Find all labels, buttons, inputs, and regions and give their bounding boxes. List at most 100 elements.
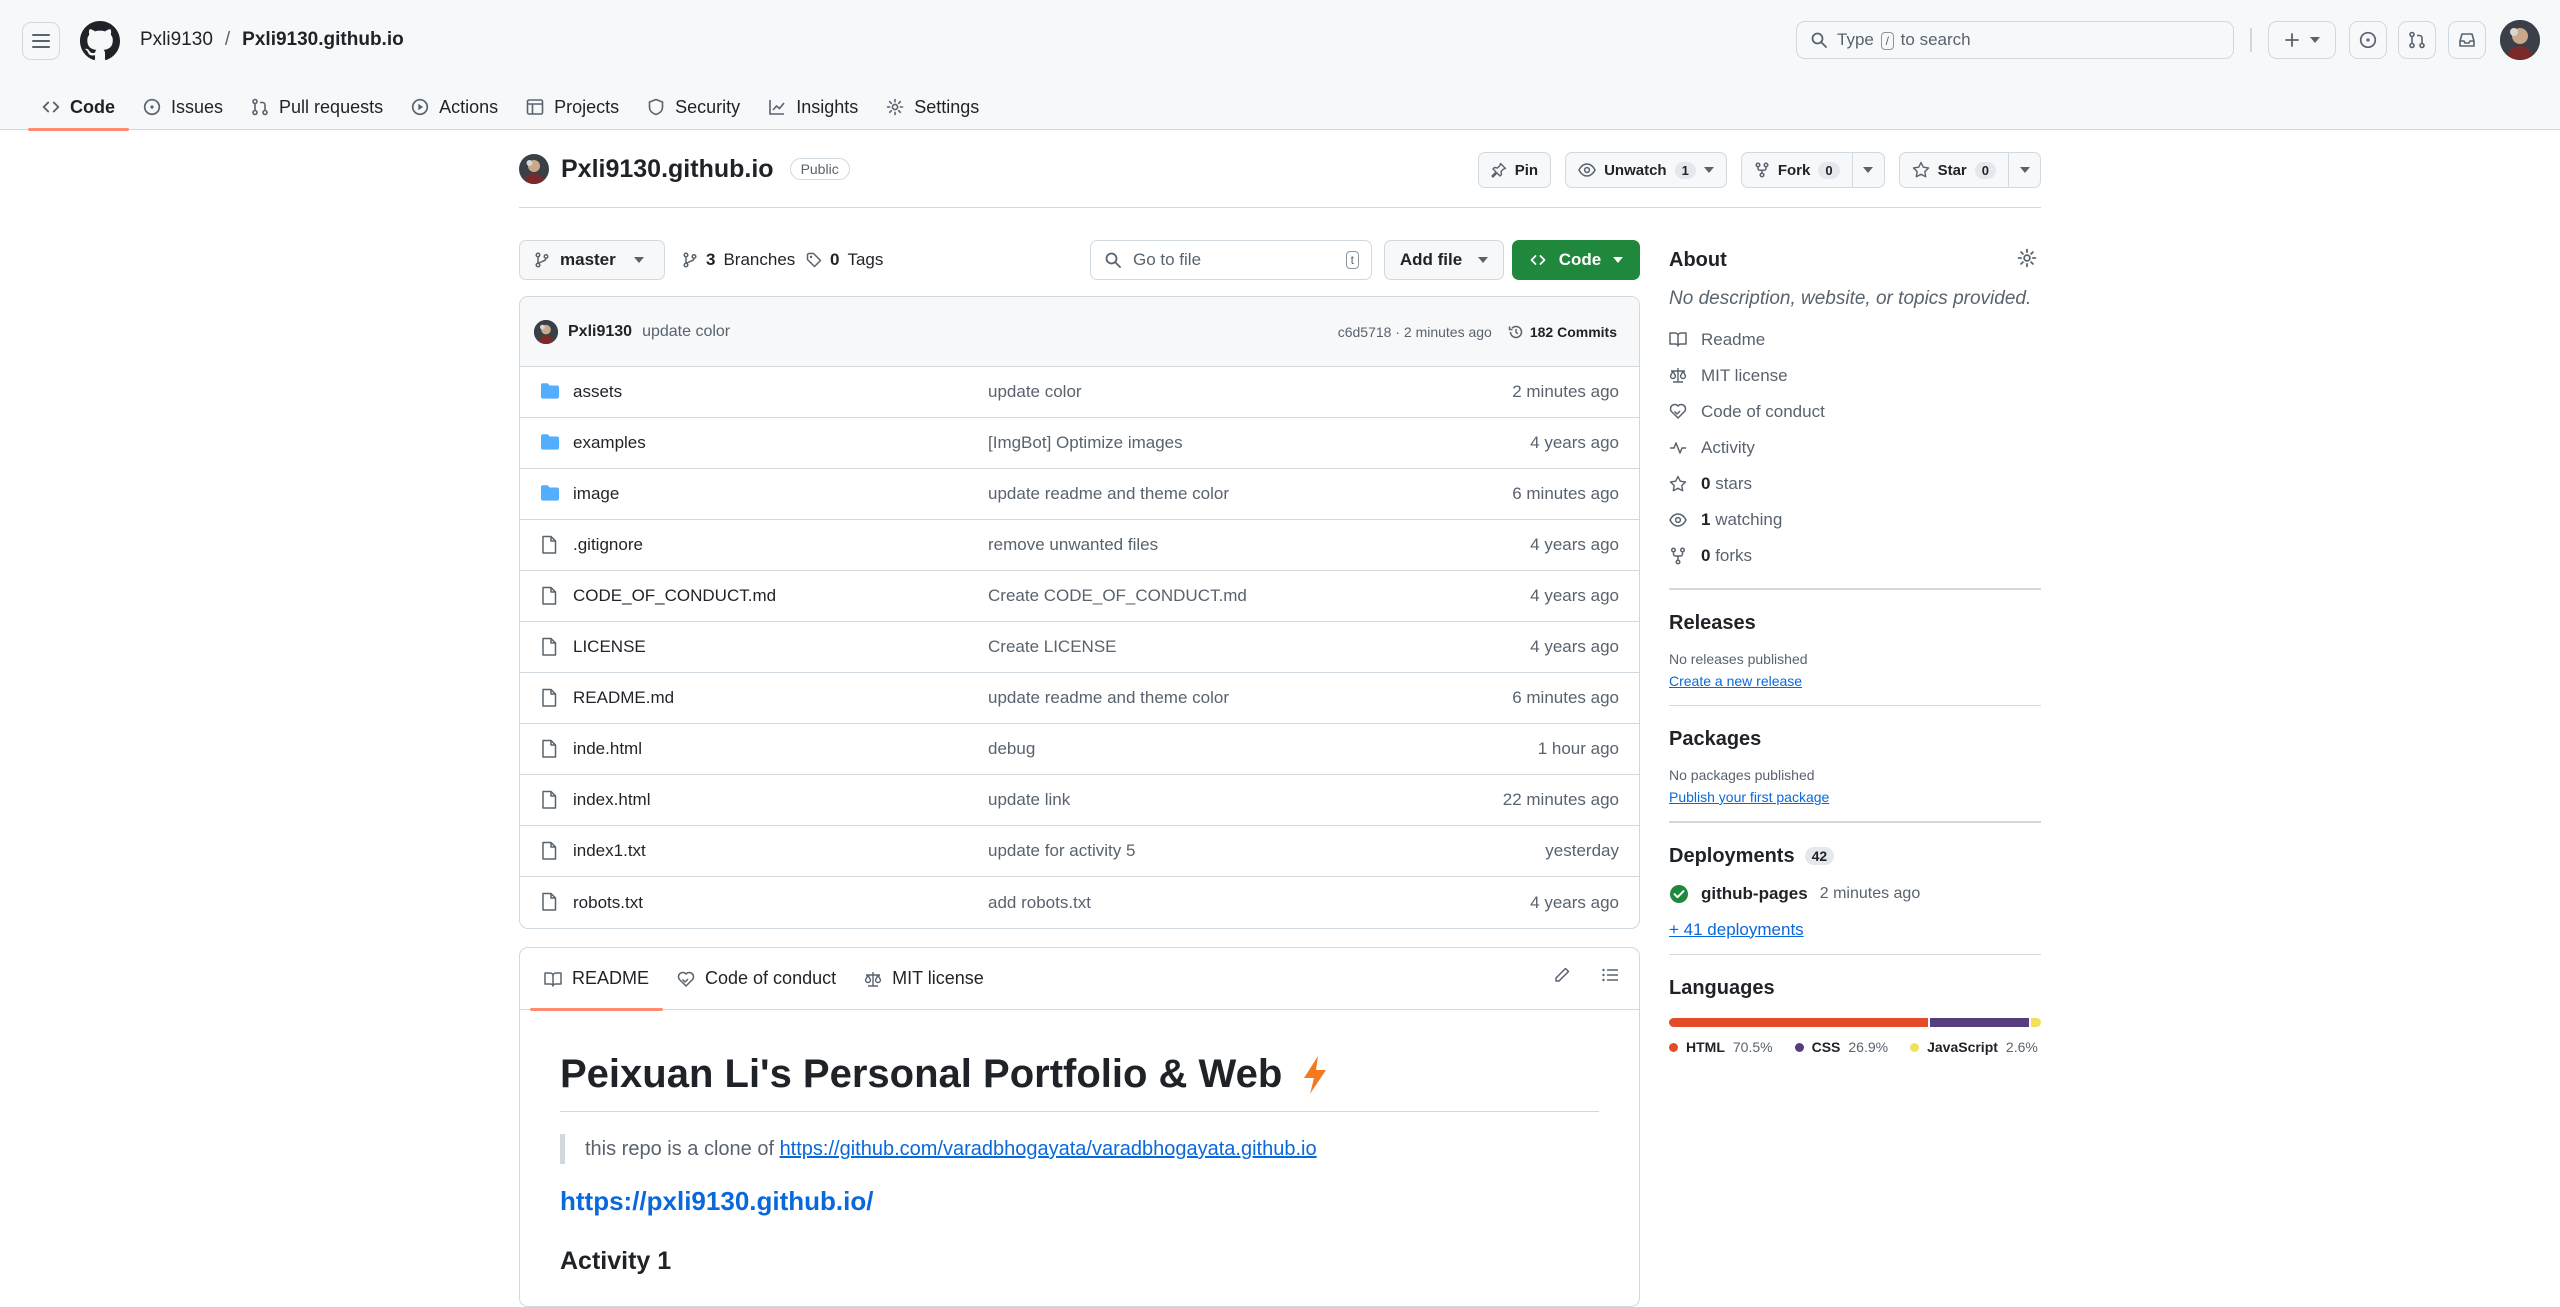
language-legend-item[interactable]: CSS 26.9% <box>1794 1039 1889 1055</box>
commit-message[interactable]: update color <box>642 323 730 341</box>
fork-button[interactable]: Fork 0 <box>1740 152 1885 188</box>
add-file-label: Add file <box>1399 250 1463 269</box>
file-row[interactable]: index.html update link 22 minutes ago <box>520 775 1639 826</box>
inbox-button[interactable] <box>2448 21 2486 59</box>
tab-code[interactable]: Code <box>28 84 129 131</box>
issues-button[interactable] <box>2349 21 2387 59</box>
watch-count: 1 <box>1674 161 1696 179</box>
branch-selector[interactable]: master <box>519 240 665 280</box>
unwatch-button[interactable]: Unwatch 1 <box>1565 152 1727 188</box>
search-input[interactable]: Type / to search <box>1796 21 2234 59</box>
tab-license[interactable]: MIT license <box>850 948 998 1010</box>
file-name[interactable]: LICENSE <box>573 637 646 657</box>
file-row[interactable]: image update readme and theme color 6 minu… <box>520 469 1639 520</box>
file-commit-message[interactable]: remove unwanted files <box>988 535 1158 555</box>
about-item-book[interactable]: Readme <box>1669 322 2041 358</box>
tab-issues[interactable]: Issues <box>129 84 237 130</box>
about-item-star[interactable]: 0 stars <box>1669 466 2041 502</box>
tab-code-of-conduct[interactable]: Code of conduct <box>663 948 850 1010</box>
create-new-button[interactable] <box>2268 21 2336 59</box>
tab-security[interactable]: Security <box>633 84 754 130</box>
file-name[interactable]: image <box>573 484 619 504</box>
site-link[interactable]: https://pxli9130.github.io/ <box>560 1186 873 1216</box>
about-item-eye[interactable]: 1 watching <box>1669 502 2041 538</box>
tab-projects[interactable]: Projects <box>512 84 633 130</box>
pull-requests-button[interactable] <box>2398 21 2436 59</box>
about-item-pulse[interactable]: Activity <box>1669 430 2041 466</box>
file-name[interactable]: CODE_OF_CONDUCT.md <box>573 586 776 606</box>
user-avatar[interactable] <box>2500 20 2540 60</box>
star-dropdown[interactable] <box>2008 153 2040 187</box>
file-commit-message[interactable]: update readme and theme color <box>988 484 1229 504</box>
language-legend-item[interactable]: HTML 70.5% <box>1669 1039 1773 1055</box>
file-commit-message[interactable]: Create CODE_OF_CONDUCT.md <box>988 586 1247 606</box>
about-item-law[interactable]: MIT license <box>1669 358 2041 394</box>
list-unordered-icon[interactable] <box>1601 966 1619 984</box>
packages-title[interactable]: Packages <box>1669 728 2041 751</box>
deployment-item[interactable]: github-pages 2 minutes ago <box>1669 884 2041 904</box>
commit-author-avatar[interactable] <box>534 319 558 344</box>
repo-owner-avatar[interactable] <box>519 154 549 184</box>
deployments-title[interactable]: Deployments 42 <box>1669 845 2041 868</box>
file-commit-message[interactable]: update readme and theme color <box>988 688 1229 708</box>
file-name[interactable]: robots.txt <box>573 893 643 913</box>
file-name[interactable]: README.md <box>573 688 674 708</box>
file-name[interactable]: inde.html <box>573 739 642 759</box>
gear-icon[interactable] <box>2017 248 2037 268</box>
file-name[interactable]: examples <box>573 433 646 453</box>
language-percent: 26.9% <box>1848 1039 1889 1055</box>
star-button[interactable]: Star 0 <box>1898 152 2041 188</box>
github-logo-icon[interactable] <box>80 21 120 61</box>
menu-button[interactable] <box>22 22 60 60</box>
file-commit-message[interactable]: update for activity 5 <box>988 841 1135 861</box>
commit-author[interactable]: Pxli9130 <box>568 323 632 341</box>
file-row[interactable]: assets update color 2 minutes ago <box>520 367 1639 418</box>
commit-hash-time[interactable]: c6d5718 · 2 minutes ago <box>1338 324 1492 340</box>
tab-settings[interactable]: Settings <box>872 84 993 130</box>
go-to-file-input[interactable]: Go to file t <box>1090 240 1372 280</box>
file-commit-message[interactable]: Create LICENSE <box>988 637 1117 657</box>
tab-actions[interactable]: Actions <box>397 84 512 130</box>
about-item-code-of-conduct[interactable]: Code of conduct <box>1669 394 2041 430</box>
file-row[interactable]: README.md update readme and theme color 6 … <box>520 673 1639 724</box>
file-name[interactable]: .gitignore <box>573 535 643 555</box>
file-row[interactable]: robots.txt add robots.txt 4 years ago <box>520 877 1639 928</box>
star-icon <box>1912 161 1929 178</box>
file-commit-message[interactable]: [ImgBot] Optimize images <box>988 433 1183 453</box>
file-name[interactable]: index.html <box>573 790 650 810</box>
file-commit-message[interactable]: debug <box>988 739 1035 759</box>
releases-title[interactable]: Releases <box>1669 612 2041 635</box>
repo-link[interactable]: Pxli9130.github.io <box>242 29 404 51</box>
file-row[interactable]: .gitignore remove unwanted files 4 years a… <box>520 520 1639 571</box>
pencil-icon[interactable] <box>1553 966 1571 984</box>
owner-link[interactable]: Pxli9130 <box>140 29 213 51</box>
add-file-button[interactable]: Add file <box>1384 240 1504 280</box>
tags-link[interactable]: 0 Tags <box>806 240 883 280</box>
file-row[interactable]: inde.html debug 1 hour ago <box>520 724 1639 775</box>
about-item-fork[interactable]: 0 forks <box>1669 538 2041 574</box>
tab-insights[interactable]: Insights <box>754 84 872 130</box>
more-deployments-link[interactable]: + 41 deployments <box>1669 920 2041 940</box>
file-commit-message[interactable]: update color <box>988 382 1082 402</box>
create-release-link[interactable]: Create a new release <box>1669 673 1802 689</box>
language-legend-item[interactable]: JavaScript 2.6% <box>1910 1039 2038 1055</box>
file-row[interactable]: CODE_OF_CONDUCT.md Create CODE_OF_CONDUCT… <box>520 571 1639 622</box>
file-row[interactable]: index1.txt update for activity 5 yesterday <box>520 826 1639 877</box>
commits-link[interactable]: 182 Commits <box>1508 324 1617 340</box>
file-name[interactable]: assets <box>573 382 622 402</box>
file-name[interactable]: index1.txt <box>573 841 646 861</box>
code-button[interactable]: Code <box>1512 240 1640 280</box>
file-commit-message[interactable]: add robots.txt <box>988 893 1091 913</box>
fork-dropdown[interactable] <box>1851 153 1884 187</box>
star-label: Star <box>1937 161 1967 179</box>
clone-source-link[interactable]: https://github.com/varadbhogayata/varadb… <box>780 1138 1317 1160</box>
publish-package-link[interactable]: Publish your first package <box>1669 789 1829 805</box>
tab-readme[interactable]: README <box>530 948 664 1011</box>
tab-pull-requests[interactable]: Pull requests <box>237 84 397 130</box>
file-row[interactable]: examples [ImgBot] Optimize images 4 years … <box>520 418 1639 469</box>
branches-link[interactable]: 3 Branches <box>682 240 795 280</box>
pin-button[interactable]: Pin <box>1477 152 1552 188</box>
repo-name[interactable]: Pxli9130.github.io <box>561 155 774 184</box>
file-row[interactable]: LICENSE Create LICENSE 4 years ago <box>520 622 1639 673</box>
file-commit-message[interactable]: update link <box>988 790 1070 810</box>
